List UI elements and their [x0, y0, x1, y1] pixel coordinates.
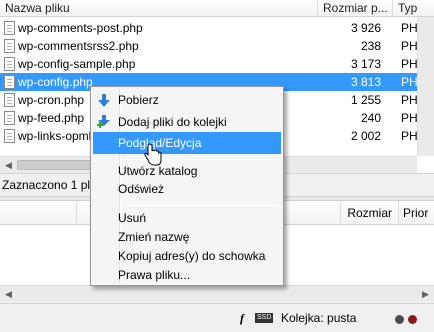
status-bar: f SSD Kolejka: pusta: [0, 303, 434, 332]
file-name: wp-commentsrss2.php: [18, 39, 139, 53]
queue-column-priority[interactable]: Prior: [399, 201, 434, 225]
file-size: 2 002: [350, 129, 381, 143]
menu-item-label: Dodaj pliki do kolejki: [118, 115, 227, 129]
php-file-icon: [4, 111, 15, 125]
file-size: 240: [360, 111, 381, 125]
menu-item-label: Usuń: [118, 211, 147, 225]
menu-item-label: Zmień nazwę: [118, 230, 190, 244]
menu-item-download[interactable]: Pobierz: [93, 89, 281, 111]
file-size: 3 173: [350, 57, 381, 71]
menu-item-label: Odśwież: [118, 182, 165, 196]
menu-item-label: Prawa pliku...: [118, 268, 191, 282]
php-file-icon: [4, 129, 15, 143]
file-name: wp-config-sample.php: [18, 57, 136, 71]
php-file-icon: [4, 21, 15, 35]
menu-separator: [122, 205, 279, 206]
queue-column-size[interactable]: Rozmiar: [341, 201, 399, 225]
menu-item-label: Pobierz: [118, 93, 159, 107]
php-file-icon: [4, 93, 15, 107]
column-header-filesize[interactable]: Rozmiar p...: [318, 0, 393, 17]
file-type: PH: [401, 75, 418, 89]
vertical-scrollbar[interactable]: [417, 17, 434, 156]
italic-f-icon: f: [240, 311, 244, 325]
queue-status: Kolejka: pusta: [281, 311, 357, 325]
menu-item-view-edit[interactable]: Podgląd/Edycja: [93, 132, 281, 154]
file-type: PH: [401, 39, 418, 53]
file-name: wp-feed.php: [18, 111, 85, 125]
menu-item-file-permissions[interactable]: Prawa pliku...: [93, 264, 281, 286]
file-type: PH: [401, 129, 418, 143]
php-file-icon: [4, 75, 15, 89]
file-list-header: Nazwa pliku Rozmiar p... Typ: [0, 0, 434, 17]
file-type: PH: [401, 93, 418, 107]
scroll-left-arrow-icon[interactable]: ◀: [0, 157, 17, 173]
queue-column-server[interactable]: [0, 201, 77, 225]
download-arrow-icon: [98, 94, 110, 107]
scroll-left-arrow-icon[interactable]: ◀: [0, 286, 17, 301]
file-size: 1 255: [350, 93, 381, 107]
scroll-right-arrow-icon[interactable]: ▶: [417, 286, 434, 301]
menu-item-add-to-queue[interactable]: Dodaj pliki do kolejki: [93, 111, 281, 133]
php-file-icon: [4, 57, 15, 71]
activity-led-icon: [408, 315, 417, 324]
menu-item-refresh[interactable]: Odśwież: [93, 178, 281, 200]
hand-cursor-icon: [144, 143, 162, 166]
file-size: 238: [360, 39, 381, 53]
activity-led-icon: [395, 315, 404, 324]
file-type: PH: [401, 21, 418, 35]
column-header-filename[interactable]: Nazwa pliku: [0, 0, 318, 17]
file-type: PH: [401, 57, 418, 71]
file-size: 3 926: [350, 21, 381, 35]
file-name: wp-comments-post.php: [18, 21, 143, 35]
file-size: 3 813: [350, 75, 381, 89]
php-file-icon: [4, 39, 15, 53]
ssd-badge: SSD: [255, 313, 274, 323]
file-name: wp-config.php: [18, 75, 93, 89]
file-row[interactable]: wp-commentsrss2.php 238 PH: [0, 37, 418, 55]
file-name: wp-cron.php: [18, 93, 85, 107]
queue-horizontal-scrollbar[interactable]: ◀ ▶: [0, 285, 434, 301]
file-row[interactable]: wp-comments-post.php 3 926 PH: [0, 19, 418, 37]
menu-item-label: Kopiuj adres(y) do schowka: [118, 249, 266, 263]
file-type: PH: [401, 111, 418, 125]
context-menu: Pobierz Dodaj pliki do kolejki Podgląd/E…: [90, 86, 284, 286]
add-to-queue-icon: [97, 115, 110, 128]
column-header-filetype[interactable]: Typ: [393, 0, 434, 17]
file-row[interactable]: wp-config-sample.php 3 173 PH: [0, 55, 418, 73]
